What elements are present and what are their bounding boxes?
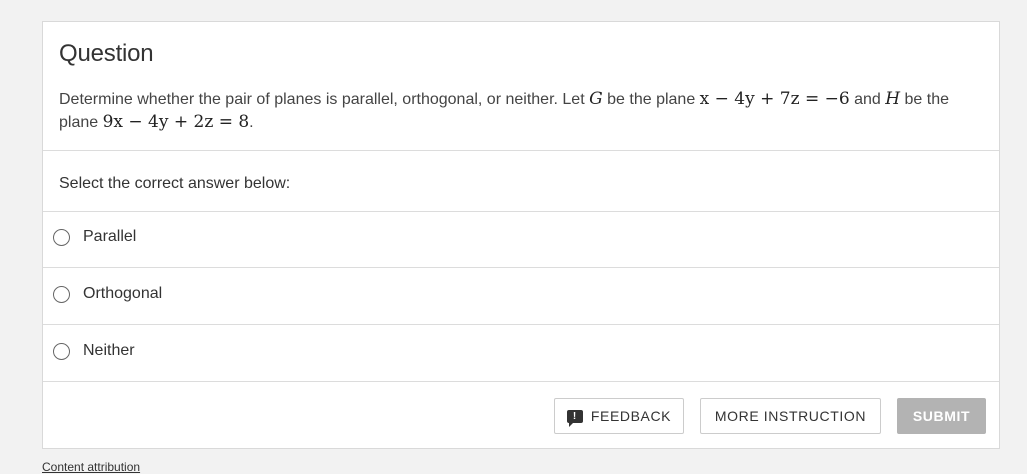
feedback-icon: !	[566, 409, 583, 427]
radio-button[interactable]	[53, 343, 70, 360]
submit-button[interactable]: SUBMIT	[897, 398, 986, 434]
feedback-button-label: FEEDBACK	[590, 408, 672, 424]
answer-options: Parallel Orthogonal Neither	[43, 211, 999, 382]
question-section: Question Determine whether the pair of p…	[43, 22, 999, 151]
plane-h-symbol: H	[885, 89, 900, 109]
question-text: Determine whether the pair of planes is …	[59, 88, 984, 134]
question-text-part: be the plane	[602, 91, 700, 108]
option-label: Orthogonal	[83, 285, 163, 302]
question-title: Question	[59, 40, 154, 67]
option-label: Parallel	[83, 228, 137, 245]
radio-button[interactable]	[53, 229, 70, 246]
feedback-button[interactable]: ! FEEDBACK	[554, 398, 684, 434]
question-text-part: Determine whether the pair of planes is …	[59, 91, 590, 108]
plane-g-letter: G	[589, 89, 603, 109]
plane-g-equation: x − 4y + 7z = −6	[699, 89, 850, 109]
content-attribution-link[interactable]: Content attribution	[42, 460, 140, 474]
radio-button[interactable]	[53, 286, 70, 303]
plane-g-symbol: G	[589, 89, 603, 109]
question-card: Question Determine whether the pair of p…	[42, 21, 1000, 449]
option-label: Neither	[83, 342, 135, 359]
submit-label: SUBMIT	[912, 408, 971, 424]
option-parallel[interactable]: Parallel	[43, 211, 999, 268]
more-instruction-button[interactable]: MORE INSTRUCTION	[700, 398, 881, 434]
answer-prompt: Select the correct answer below:	[59, 175, 291, 192]
option-neither[interactable]: Neither	[43, 325, 999, 382]
answer-prompt-section: Select the correct answer below:	[43, 150, 999, 212]
question-text-part: and	[849, 91, 886, 108]
option-orthogonal[interactable]: Orthogonal	[43, 268, 999, 325]
plane-h-equation: 9x − 4y + 2z = 8	[102, 112, 250, 132]
more-instruction-label: MORE INSTRUCTION	[714, 408, 867, 424]
plane-h-letter: H	[885, 89, 901, 109]
question-text-part: .	[249, 114, 254, 131]
